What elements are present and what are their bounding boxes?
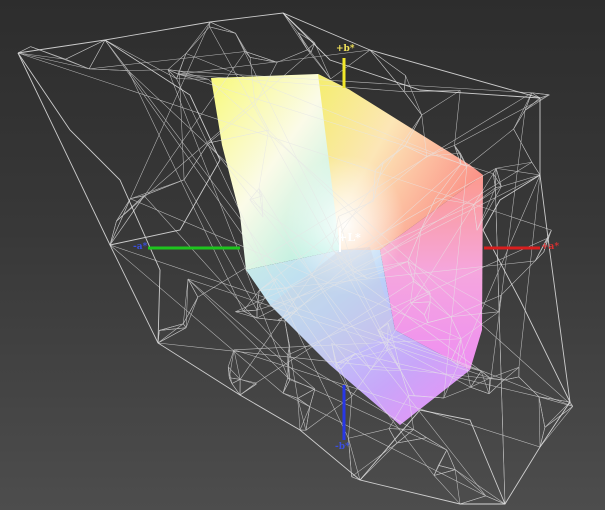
wireframe-edge: [413, 429, 427, 438]
wireframe-edge: [348, 396, 353, 439]
wireframe-edge: [433, 475, 461, 505]
wireframe-edge: [250, 57, 278, 63]
wireframe-edge: [231, 379, 241, 384]
wireframe-edge: [104, 39, 177, 79]
wireframe-edge: [89, 68, 129, 71]
wireframe-edge: [167, 69, 177, 79]
wireframe-edge: [459, 495, 486, 505]
axis-label-b-minus: -b*: [335, 442, 350, 452]
gamut-3d-viewport[interactable]: +b* -b* +a* -a* +L*: [0, 0, 605, 510]
wireframe-edge: [454, 469, 461, 505]
wireframe-edge: [518, 376, 540, 397]
wireframe-edge: [547, 229, 552, 239]
wireframe-edge: [538, 396, 541, 448]
wireframe-edge: [403, 75, 406, 92]
gamut-scene[interactable]: [0, 0, 605, 510]
wireframe-edge: [403, 91, 422, 116]
wireframe-edge: [503, 367, 520, 381]
wireframe-edge: [518, 174, 541, 368]
wireframe-edge: [544, 406, 574, 428]
wireframe-edge: [240, 379, 257, 385]
wireframe-edge: [538, 396, 546, 428]
wireframe-edge: [466, 128, 514, 167]
wireframe-edge: [289, 379, 315, 390]
axis-label-a-minus: -a*: [133, 242, 148, 252]
wireframe-edge: [495, 187, 506, 505]
wireframe-edge: [209, 21, 236, 34]
wireframe-edge: [426, 437, 447, 451]
wireframe-edge: [185, 297, 199, 328]
wireframe-edge: [130, 179, 185, 199]
wireframe-edge: [276, 49, 308, 63]
wireframe-edge: [227, 349, 235, 367]
wireframe-edge: [351, 476, 361, 481]
wireframe-edge: [396, 429, 414, 444]
wireframe-edge: [235, 33, 251, 58]
wireframe-edge: [405, 75, 423, 116]
axis-label-a-plus: +a*: [541, 242, 560, 252]
wireframe-edge: [88, 39, 106, 70]
wireframe-edge: [297, 32, 315, 44]
wireframe-edge: [282, 392, 298, 399]
wireframe-edge: [438, 465, 456, 470]
wireframe-edge: [359, 442, 398, 481]
wireframe-edge: [157, 323, 184, 344]
wireframe-edge: [242, 290, 260, 312]
wireframe-edge: [109, 195, 145, 246]
wireframe-edge: [231, 383, 241, 396]
wireframe-edge: [489, 366, 520, 379]
wireframe-edge: [277, 320, 285, 322]
wireframe-edge: [233, 349, 241, 380]
wireframe-edge: [496, 167, 541, 176]
wireframe-edge: [284, 320, 290, 346]
wireframe-edge: [183, 142, 209, 180]
wireframe-edge: [438, 449, 448, 466]
wireframe-edge: [176, 74, 179, 79]
wireframe-edge: [229, 349, 235, 378]
wireframe-edge: [531, 162, 541, 176]
wireframe-edge: [209, 26, 236, 34]
wireframe-edge: [109, 198, 131, 246]
axis-label-b-plus: +b*: [336, 44, 355, 54]
wireframe-edge: [496, 162, 532, 169]
wireframe-edge: [130, 21, 211, 199]
wireframe-edge: [421, 90, 461, 116]
wireframe-edge: [227, 366, 233, 384]
axis-label-l-plus: +L*: [338, 231, 361, 244]
wireframe-edge: [470, 387, 490, 395]
wireframe-edge: [183, 323, 187, 328]
wireframe-edge: [397, 437, 427, 444]
wireframe-edge: [89, 51, 246, 70]
wireframe-edge: [239, 384, 257, 396]
wireframe-edge: [433, 465, 439, 476]
wireframe-edge: [513, 128, 533, 163]
wireframe-edge: [446, 449, 456, 470]
wireframe-edge: [282, 12, 315, 44]
wireframe-edge: [297, 32, 312, 53]
wireframe-edge: [305, 406, 311, 431]
wireframe-edge: [256, 317, 278, 321]
wireframe-edge: [433, 469, 456, 476]
wireframe-edge: [454, 94, 550, 146]
wireframe-edge: [351, 442, 398, 477]
wireframe-edge: [65, 58, 90, 70]
wireframe-edge: [178, 71, 185, 180]
